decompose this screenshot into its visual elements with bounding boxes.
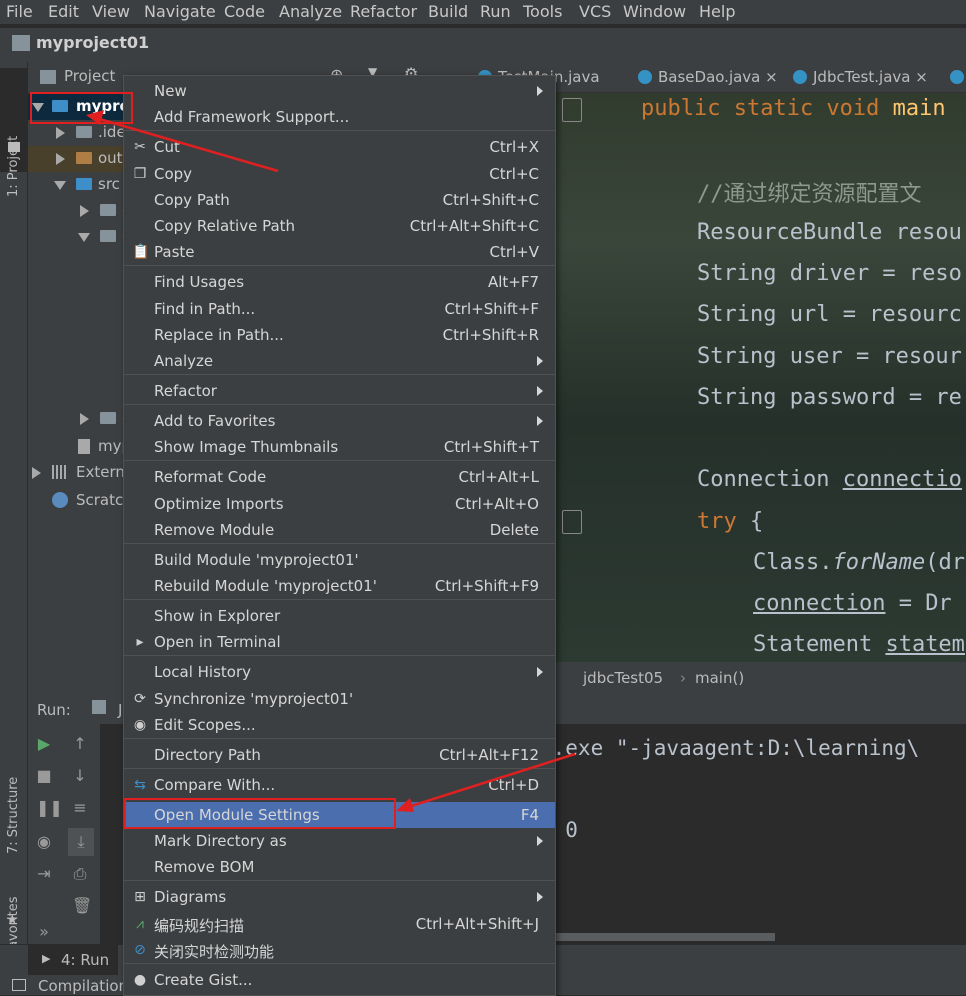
annotation-arrow (95, 116, 279, 173)
annotation-arrowhead (396, 798, 414, 812)
annotation-box (124, 798, 396, 829)
annotation-overlay (30, 92, 576, 829)
annotation-box (30, 92, 133, 124)
annotation-arrow (404, 752, 576, 810)
